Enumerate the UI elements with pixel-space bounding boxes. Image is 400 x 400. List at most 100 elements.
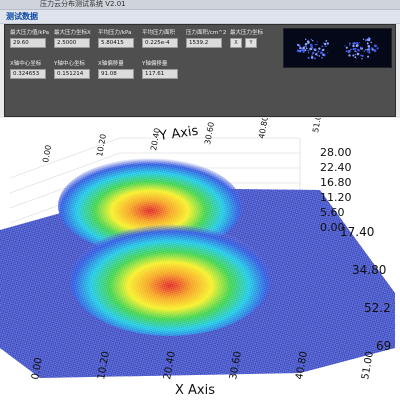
thumbnail-speck bbox=[348, 54, 351, 57]
thumbnail-speck bbox=[350, 48, 352, 51]
x-axis-label: X Axis bbox=[175, 383, 215, 398]
thumbnail-speck bbox=[371, 48, 374, 51]
thumbnail-speck bbox=[349, 44, 351, 46]
thumbnail-speck bbox=[322, 42, 324, 44]
thumbnail-speck bbox=[301, 48, 305, 52]
thumbnail-speck bbox=[307, 56, 310, 59]
thumbnail-speck bbox=[309, 47, 313, 51]
thumbnail-speck bbox=[318, 47, 321, 50]
thumbnail-speck bbox=[365, 49, 367, 51]
row1-field-value[interactable]: 29.60 bbox=[10, 38, 46, 48]
thumbnail-speck bbox=[321, 45, 324, 48]
thumbnail-speck bbox=[360, 47, 363, 49]
row1-field-5: 最大压力坐标 X Y bbox=[230, 30, 272, 52]
thumbnail-speck bbox=[373, 49, 377, 52]
thumbnail-speck bbox=[307, 41, 310, 44]
thumbnail-speck bbox=[356, 44, 359, 47]
z-axis-ticks: 28.0022.4016.8011.205.600.00 bbox=[320, 146, 352, 234]
thumbnail-image bbox=[284, 29, 391, 67]
thumbnail-speck bbox=[305, 45, 308, 48]
row1-field-caption: 平均压力/kPa bbox=[98, 30, 132, 36]
side-tick-label: 17.40 bbox=[340, 225, 374, 239]
thumbnail-speck bbox=[310, 38, 313, 41]
thumbnail-speck bbox=[316, 43, 318, 46]
y-tick-label: 20.40 bbox=[149, 127, 162, 151]
thumbnail-speck bbox=[317, 50, 320, 53]
tab-test-data[interactable]: 测试数据 bbox=[0, 10, 400, 24]
y-tick-label: 10.20 bbox=[95, 133, 108, 157]
thumbnail-speck bbox=[316, 41, 318, 43]
thumbnail-speck bbox=[356, 52, 360, 56]
coord-button-x[interactable]: X bbox=[230, 38, 242, 48]
thumbnail-speck bbox=[311, 58, 313, 60]
row2-field-value[interactable]: 91.08 bbox=[98, 69, 134, 79]
row2-field-value[interactable]: 0.324653 bbox=[10, 69, 46, 79]
thumbnail-speck bbox=[375, 45, 378, 47]
side-tick-label: 52.2 bbox=[364, 301, 391, 315]
thumbnail-speck bbox=[312, 48, 314, 50]
window-titlebar: 压力云分布测试系统 V2.01 bbox=[0, 0, 400, 10]
side-tick-label: 69 bbox=[376, 339, 391, 353]
thumbnail-speck bbox=[311, 55, 313, 57]
side-tick-label: 34.80 bbox=[352, 263, 386, 277]
row1-field-value[interactable]: 5.80415 bbox=[98, 38, 134, 48]
row1-field-1: 最大压力坐标X 2.5000 bbox=[54, 30, 96, 52]
thumbnail-speck bbox=[323, 42, 327, 46]
row1-field-caption: 平均压力面积 bbox=[142, 30, 176, 36]
row1-field-0: 最大压力值/kPa 29.60 bbox=[10, 30, 52, 52]
thumbnail-speck bbox=[314, 57, 317, 60]
thumbnail-speck bbox=[347, 50, 350, 54]
thumbnail-speck bbox=[348, 42, 351, 45]
row1-field-caption: 最大压力值/kPa bbox=[10, 30, 49, 36]
y-tick-label: 51.00 bbox=[311, 118, 324, 133]
thumbnail-speck bbox=[311, 53, 314, 55]
thumbnail-speck bbox=[352, 54, 355, 57]
data-panel: 最大压力值/kPa 29.60 最大压力坐标X 2.5000 平均压力/kPa 5.804… bbox=[4, 24, 396, 117]
thumbnail-speck bbox=[367, 38, 370, 42]
z-tick-label: 5.60 bbox=[320, 206, 345, 219]
pressure-thumbnail bbox=[283, 28, 392, 68]
thumbnail-speck bbox=[325, 40, 328, 42]
thumbnail-speck bbox=[357, 49, 360, 52]
thumbnail-speck bbox=[304, 49, 307, 52]
plot-viewer[interactable]: Y Axis X Axis 28.00 22.40 16.80 11.20 5.60 0.… bbox=[0, 118, 400, 400]
thumbnail-speck bbox=[309, 43, 313, 47]
z-tick-label: 22.40 bbox=[320, 161, 352, 174]
thumbnail-speck bbox=[370, 41, 373, 44]
thumbnail-speck bbox=[304, 43, 306, 46]
thumbnail-speck bbox=[355, 51, 358, 53]
row2-field-3: Y轴偏移量 117.61 bbox=[142, 61, 184, 83]
row2-field-caption: X轴偏移量 bbox=[98, 61, 124, 67]
row1-field-caption: 最大压力坐标 bbox=[230, 30, 264, 36]
row1-field-value[interactable]: 2.5000 bbox=[54, 38, 90, 48]
thumbnail-speck bbox=[321, 56, 323, 59]
coord-button-y[interactable]: Y bbox=[245, 38, 257, 48]
thumbnail-speck bbox=[326, 42, 329, 45]
thumbnail-speck bbox=[361, 58, 363, 60]
thumbnail-speck bbox=[299, 46, 302, 50]
tab-test-data-label: 测试数据 bbox=[6, 12, 38, 21]
z-tick-label: 16.80 bbox=[320, 176, 352, 189]
y-axis-label: Y Axis bbox=[157, 124, 199, 144]
thumbnail-speck bbox=[354, 56, 357, 59]
thumbnail-speck bbox=[368, 51, 371, 54]
thumbnail-speck bbox=[367, 45, 371, 48]
surface-plot[interactable]: Y Axis X Axis 28.00 22.40 16.80 11.20 5.60 0.… bbox=[0, 118, 400, 400]
thumbnail-speck bbox=[296, 43, 300, 46]
row2-field-caption: Y轴中心坐标 bbox=[54, 61, 85, 67]
row2-field-2: X轴偏移量 91.08 bbox=[98, 61, 140, 83]
row1-field-value[interactable]: 1539.2 bbox=[186, 38, 222, 48]
row1-field-caption: 压力面积/cm^2 bbox=[186, 30, 227, 36]
row1-field-4: 压力面积/cm^2 1539.2 bbox=[186, 30, 228, 52]
thumbnail-speck bbox=[321, 49, 324, 51]
thumbnail-speck bbox=[345, 46, 348, 49]
row1-field-value[interactable]: 0.225e-4 bbox=[142, 38, 178, 48]
thumbnail-speck bbox=[352, 47, 355, 51]
thumbnail-speck bbox=[322, 53, 325, 56]
thumbnail-speck bbox=[316, 52, 318, 54]
row2-field-value[interactable]: 117.61 bbox=[142, 69, 178, 79]
y-tick-label: 40.80 bbox=[257, 118, 270, 139]
thumbnail-speck bbox=[308, 52, 310, 54]
row2-field-value[interactable]: 0.151214 bbox=[54, 69, 90, 79]
thumbnail-speck bbox=[359, 41, 361, 43]
